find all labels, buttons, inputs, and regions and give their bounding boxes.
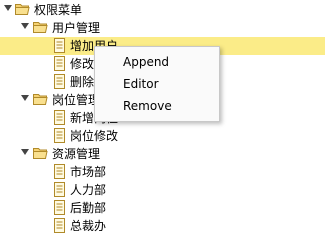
expand-arrow-icon[interactable] [21, 23, 29, 29]
tree-node-logistics-dept[interactable]: 后勤部 [0, 199, 325, 217]
tree-node-label: 人力部 [70, 183, 107, 197]
tree-node-label: 资源管理 [52, 147, 101, 161]
tree-node-label: 后勤部 [70, 201, 107, 215]
file-icon [54, 182, 65, 197]
file-icon [54, 110, 65, 125]
tree-node-label: 市场部 [70, 165, 107, 179]
permission-tree: 权限菜单 用户管理 增加用户 修改用户 [0, 0, 325, 251]
menu-item-label: Remove [123, 99, 172, 113]
expand-arrow-icon[interactable] [21, 149, 29, 155]
tree-node-resource-management[interactable]: 资源管理 [0, 145, 325, 163]
tree-node-label: 权限菜单 [34, 3, 83, 17]
menu-item-append[interactable]: Append [96, 51, 218, 73]
file-icon [54, 164, 65, 179]
file-icon [54, 128, 65, 143]
file-icon [54, 38, 65, 53]
menu-item-editor[interactable]: Editor [96, 73, 218, 95]
file-icon [54, 200, 65, 215]
menu-item-remove[interactable]: Remove [96, 95, 218, 117]
tree-node-label: 岗位修改 [70, 129, 119, 143]
file-icon [54, 218, 65, 233]
open-folder-icon [15, 4, 30, 15]
tree-node-ceo-office[interactable]: 总裁办 [0, 217, 325, 235]
tree-node-edit-post[interactable]: 岗位修改 [0, 127, 325, 145]
menu-item-label: Append [123, 55, 170, 69]
open-folder-icon [33, 148, 48, 159]
expand-arrow-icon[interactable] [4, 5, 12, 11]
tree-node-marketing-dept[interactable]: 市场部 [0, 163, 325, 181]
tree-node-root[interactable]: 权限菜单 [0, 1, 325, 19]
tree-node-user-management[interactable]: 用户管理 [0, 19, 325, 37]
file-icon [54, 56, 65, 71]
file-icon [54, 74, 65, 89]
tree-node-label: 总裁办 [70, 219, 107, 233]
tree-node-hr-dept[interactable]: 人力部 [0, 181, 325, 199]
tree-node-label: 用户管理 [52, 21, 101, 35]
menu-item-label: Editor [123, 77, 159, 91]
context-menu: Append Editor Remove [94, 46, 220, 122]
tree-node-label: 岗位管理 [52, 93, 101, 107]
open-folder-icon [33, 22, 48, 33]
open-folder-icon [33, 94, 48, 105]
expand-arrow-icon[interactable] [21, 95, 29, 101]
